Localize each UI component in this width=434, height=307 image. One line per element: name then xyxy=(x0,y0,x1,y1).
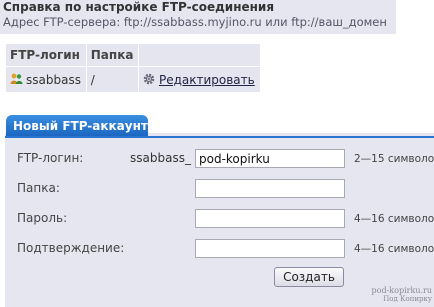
folder-input[interactable] xyxy=(195,179,345,198)
password-label: Пароль: xyxy=(17,211,68,225)
login-input[interactable] xyxy=(195,149,345,168)
site-watermark: pod-kopirku.ru Под Копирку xyxy=(350,286,432,304)
login-label: FTP-логин: xyxy=(17,151,84,165)
confirm-label: Подтверждение: xyxy=(17,241,125,255)
page: Справка по настройке FTP-соединения Адре… xyxy=(0,0,434,307)
watermark-caption: Под Копирку xyxy=(383,295,432,303)
cell-actions: Редактировать xyxy=(137,66,262,93)
ftp-accounts-table: FTP-логин Папка ssabbass / Редактировать xyxy=(5,43,262,93)
watermark-url: pod-kopirku.ru xyxy=(371,286,432,295)
cell-login: ssabbass xyxy=(5,66,87,93)
column-header-login: FTP-логин xyxy=(5,43,87,67)
edit-account-link[interactable]: Редактировать xyxy=(159,73,255,87)
column-header-folder: Папка xyxy=(85,43,139,67)
create-button[interactable]: Создать xyxy=(274,267,344,287)
confirm-password-input[interactable] xyxy=(195,239,345,258)
ftp-server-address: Адрес FTP-сервера: ftp://ssabbass.myjino… xyxy=(3,15,387,29)
tab-new-ftp-account[interactable]: Новый FTP-аккаунт xyxy=(6,115,148,137)
login-prefix: ssabbass_ xyxy=(130,151,191,165)
confirm-hint: 4—16 символов xyxy=(354,243,434,255)
cell-folder: / xyxy=(85,66,139,93)
table-row: ssabbass / Редактировать xyxy=(5,66,262,93)
login-hint: 2—15 символов xyxy=(354,153,434,165)
folder-label: Папка: xyxy=(17,181,60,195)
column-header-actions xyxy=(137,43,262,67)
ftp-help-title: Справка по настройке FTP-соединения xyxy=(3,0,275,14)
tab-underline xyxy=(5,136,434,138)
password-hint: 4—16 символов xyxy=(354,213,434,225)
gear-icon xyxy=(143,73,155,85)
ftp-help-box: Справка по настройке FTP-соединения Адре… xyxy=(0,0,396,34)
password-input[interactable] xyxy=(195,209,345,228)
users-icon xyxy=(10,73,23,85)
table-header-row: FTP-логин Папка xyxy=(5,43,262,67)
login-value: ssabbass xyxy=(26,72,81,87)
